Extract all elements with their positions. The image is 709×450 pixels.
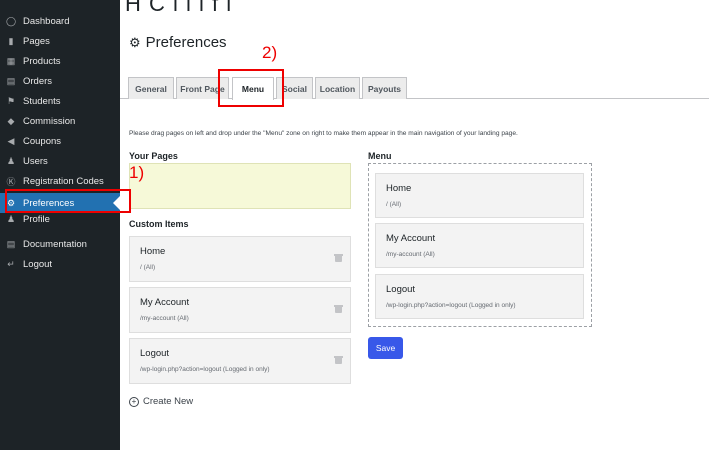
profile-icon: ♟	[6, 214, 16, 224]
users-icon: ♟	[6, 155, 16, 166]
sidebar-item-label: Users	[23, 155, 48, 167]
sidebar-item-label: Dashboard	[23, 15, 70, 27]
sidebar-item-label: Students	[23, 95, 61, 107]
menu-item-home[interactable]: Home / (All)	[375, 173, 584, 218]
trash-icon[interactable]	[334, 305, 343, 313]
cart-icon: ▤	[6, 75, 16, 86]
sidebar-item-profile[interactable]: ♟ Profile	[0, 214, 120, 226]
products-icon: ▦	[6, 55, 16, 66]
item-subtitle: /wp-login.php?action=logout (Logged in o…	[140, 366, 270, 373]
item-subtitle: / (All)	[140, 264, 156, 271]
create-new-link[interactable]: + Create New	[129, 396, 193, 407]
sidebar-item-users[interactable]: ♟ Users	[0, 151, 120, 171]
plus-circle-icon: +	[129, 396, 139, 407]
gear-icon: ⚙	[129, 34, 141, 50]
sidebar-item-label: Registration Codes	[23, 175, 104, 187]
item-subtitle: /my-account (All)	[140, 315, 189, 322]
custom-item-home[interactable]: Home / (All)	[129, 236, 351, 282]
sidebar-item-coupons[interactable]: ◀ Coupons	[0, 131, 120, 151]
your-pages-drop-zone[interactable]	[129, 163, 351, 209]
annotation-box-menu-tab	[218, 69, 284, 107]
logout-icon: ↵	[7, 258, 15, 269]
custom-item-logout[interactable]: Logout /wp-login.php?action=logout (Logg…	[129, 338, 351, 384]
sidebar-item-dashboard[interactable]: ◯ Dashboard	[0, 11, 120, 31]
annotation-label-1: 1)	[129, 163, 145, 182]
dollar-icon: Ⓚ	[6, 176, 16, 187]
trash-icon[interactable]	[334, 356, 343, 364]
item-title: Logout	[140, 348, 170, 359]
sidebar-item-commission[interactable]: ◆ Commission	[0, 111, 120, 131]
coupon-icon: ◀	[7, 135, 15, 146]
tab-bar: General Front Page Menu Social Location …	[120, 77, 709, 100]
item-title: My Account	[140, 297, 190, 308]
item-title: Home	[140, 246, 166, 257]
sidebar-item-label: Pages	[23, 35, 50, 47]
your-pages-heading: Your Pages	[129, 151, 178, 161]
menu-item-my-account[interactable]: My Account /my-account (All)	[375, 223, 584, 268]
item-title: My Account	[386, 233, 436, 244]
cropped-top-text: H C l l l f l	[125, 0, 233, 16]
sidebar-item-students[interactable]: ⚑ Students	[0, 91, 120, 111]
annotation-box-preferences	[5, 189, 131, 213]
item-title: Logout	[386, 284, 416, 295]
item-subtitle: /wp-login.php?action=logout (Logged in o…	[386, 302, 516, 309]
sidebar-item-documentation[interactable]: ▤ Documentation	[0, 234, 120, 254]
sidebar-item-label: Logout	[23, 258, 53, 270]
dashboard-icon: ◯	[5, 15, 17, 26]
sidebar-item-label: Products	[23, 55, 61, 67]
custom-item-my-account[interactable]: My Account /my-account (All)	[129, 287, 351, 333]
sidebar-item-label: Commission	[23, 115, 76, 127]
sidebar-item-label: Orders	[23, 75, 53, 87]
tab-location[interactable]: Location	[315, 77, 360, 99]
sidebar-item-orders[interactable]: ▤ Orders	[0, 71, 120, 91]
custom-items-heading: Custom Items	[129, 219, 189, 229]
tag-icon: ◆	[7, 115, 15, 126]
annotation-label-2: 2)	[262, 43, 278, 62]
sidebar-item-registration-codes[interactable]: Ⓚ Registration Codes	[0, 171, 120, 191]
create-new-label: Create New	[143, 396, 194, 407]
sidebar-item-logout[interactable]: ↵ Logout	[0, 254, 120, 274]
item-title: Home	[386, 183, 412, 194]
sidebar-item-products[interactable]: ▦ Products	[0, 51, 120, 71]
tab-payouts[interactable]: Payouts	[362, 77, 407, 99]
menu-item-logout[interactable]: Logout /wp-login.php?action=logout (Logg…	[375, 274, 584, 319]
page-title-text: Preferences	[145, 34, 227, 51]
admin-sidebar: ◯ Dashboard ▮ Pages ▦ Products ▤ Orders …	[0, 0, 120, 450]
document-icon: ▤	[6, 238, 16, 249]
sidebar-item-label: Documentation	[23, 238, 87, 250]
pages-icon: ▮	[8, 35, 14, 46]
instructions-text: Please drag pages on left and drop under…	[129, 130, 518, 137]
menu-heading: Menu	[368, 151, 392, 161]
trash-icon[interactable]	[334, 254, 343, 262]
sidebar-item-label: Profile	[23, 214, 50, 225]
item-subtitle: /my-account (All)	[386, 251, 435, 258]
sidebar-item-pages[interactable]: ▮ Pages	[0, 31, 120, 51]
tab-general[interactable]: General	[128, 77, 174, 99]
page-title: ⚙ Preferences	[129, 34, 227, 51]
save-button[interactable]: Save	[368, 337, 403, 359]
item-subtitle: / (All)	[386, 201, 402, 208]
students-icon: ⚑	[6, 95, 16, 106]
sidebar-item-label: Coupons	[23, 135, 62, 147]
